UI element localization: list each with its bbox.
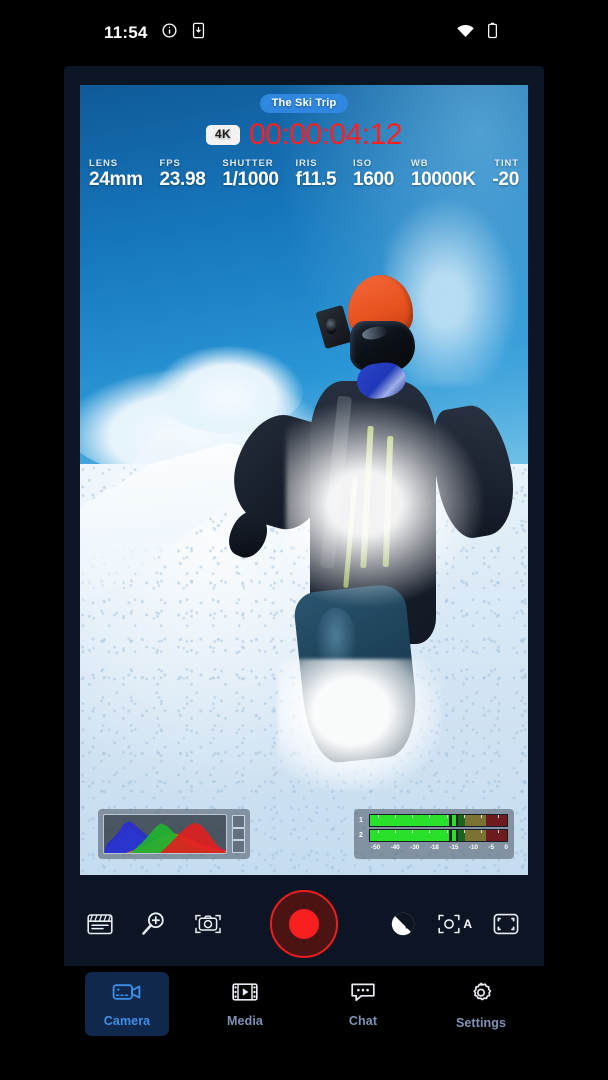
histogram-mode-buttons [232,814,245,854]
param-lens[interactable]: LENS 24mm [89,158,143,190]
camera-parameters: LENS 24mm FPS 23.98 SHUTTER 1/1000 IRIS … [80,150,528,190]
info-circle-icon [161,22,178,44]
param-label: ISO [353,158,373,169]
param-iso[interactable]: ISO 1600 [353,158,394,190]
scale-tick: -18 [429,844,439,851]
audio-channel-label: 2 [359,832,363,839]
record-button[interactable] [270,889,338,958]
scale-tick: -5 [488,844,494,851]
hud-overlay: The Ski Trip 4K 00:00:04:12 LENS 24mm FP… [80,85,528,190]
gear-icon [468,981,494,1010]
param-label: LENS [89,158,118,169]
scale-tick: -15 [449,844,459,851]
audio-channel-label: 1 [359,817,363,824]
camera-control-bar: A [64,875,544,972]
meter-segment-dark-green [458,830,466,841]
battery-icon [487,22,498,44]
param-shutter[interactable]: SHUTTER 1/1000 [222,158,279,190]
record-button-inner [289,908,319,939]
param-value: 24mm [89,169,143,190]
meter-segment-olive [465,830,486,841]
param-iris[interactable]: IRIS f11.5 [295,158,336,190]
viewfinder[interactable]: The Ski Trip 4K 00:00:04:12 LENS 24mm FP… [80,85,528,875]
param-value: 10000K [410,169,476,190]
histogram-mode-button[interactable] [232,827,245,841]
framing-guide-icon[interactable] [492,912,520,936]
camera-app-panel: The Ski Trip 4K 00:00:04:12 LENS 24mm FP… [64,66,544,972]
meter-segment-red [485,815,507,826]
param-label: FPS [159,158,181,169]
snow-burst [277,658,441,791]
rgb-histogram[interactable] [98,809,250,859]
wifi-icon [456,23,475,43]
audio-channel-row: 1 [359,814,508,827]
video-camera-icon [112,981,142,1008]
param-value: 23.98 [159,169,206,190]
nav-label-camera: Camera [103,1014,151,1028]
status-bar-left: 11:54 [104,0,206,66]
param-value: f11.5 [295,169,337,190]
param-wb[interactable]: WB 10000K [411,158,476,190]
phone-screen: 11:54 The Ski Trip 4K 00:00:04:12 LENS 2… [0,0,608,1080]
exposure-compensation-icon[interactable] [390,911,416,937]
snow-spray [286,401,484,607]
param-label: TINT [494,158,519,169]
bottom-navigation: Camera Media Chat Settings [0,966,608,1080]
audio-channel-row: 2 [359,829,508,842]
project-name-badge[interactable]: The Ski Trip [259,94,349,113]
chat-bubble-icon [349,981,377,1008]
histogram-mode-button[interactable] [232,840,245,854]
audio-level-bar [369,829,508,842]
audio-meters[interactable]: 1 2 -50 -40 -30 -18 -15 -10 -5 0 [354,809,514,859]
param-tint[interactable]: TINT -20 [492,158,519,190]
nav-label-chat: Chat [348,1014,378,1028]
control-bar-right: A [390,911,520,937]
nav-item-chat[interactable]: Chat [321,972,405,1036]
scale-tick: 0 [504,844,508,851]
status-time: 11:54 [104,23,148,42]
scale-tick: -30 [410,844,420,851]
meter-segment-olive [465,815,486,826]
timecode-display: 00:00:04:12 [248,118,402,151]
param-label: IRIS [295,158,318,169]
camera-focus-icon[interactable] [193,911,223,937]
param-value: -20 [492,169,519,190]
nav-item-settings[interactable]: Settings [439,972,523,1038]
autofocus-icon[interactable]: A [436,913,472,935]
param-value: 1/1000 [222,169,279,190]
audio-level-bar [369,814,508,827]
param-label: WB [410,158,429,169]
control-bar-left [86,910,223,937]
histogram-mode-button[interactable] [232,815,245,828]
meter-segment-red [485,830,507,841]
status-bar: 11:54 [0,0,608,66]
resolution-badge[interactable]: 4K [206,125,240,145]
autofocus-mode-label: A [463,916,472,931]
audio-scale: -50 -40 -30 -18 -15 -10 -5 0 [359,844,508,851]
film-play-icon [231,981,259,1008]
phone-download-icon [191,22,206,44]
nav-item-camera[interactable]: Camera [85,972,169,1036]
scale-tick: -50 [371,844,381,851]
slate-icon[interactable] [86,911,114,937]
nav-label-settings: Settings [455,1016,507,1030]
live-preview-image [80,85,528,875]
param-label: SHUTTER [222,158,274,169]
zoom-in-icon[interactable] [140,910,167,937]
meter-segment-green [370,815,450,826]
nav-item-media[interactable]: Media [203,972,287,1036]
timecode-row: 4K 00:00:04:12 [80,120,528,150]
nav-label-media: Media [227,1014,263,1028]
scale-tick: -40 [390,844,400,851]
param-value: 1600 [353,169,395,190]
status-bar-right [456,0,498,66]
histogram-canvas [103,814,227,854]
scale-tick: -10 [468,844,478,851]
meter-segment-green [370,830,450,841]
param-fps[interactable]: FPS 23.98 [160,158,206,190]
meter-segment-dark-green [458,815,466,826]
